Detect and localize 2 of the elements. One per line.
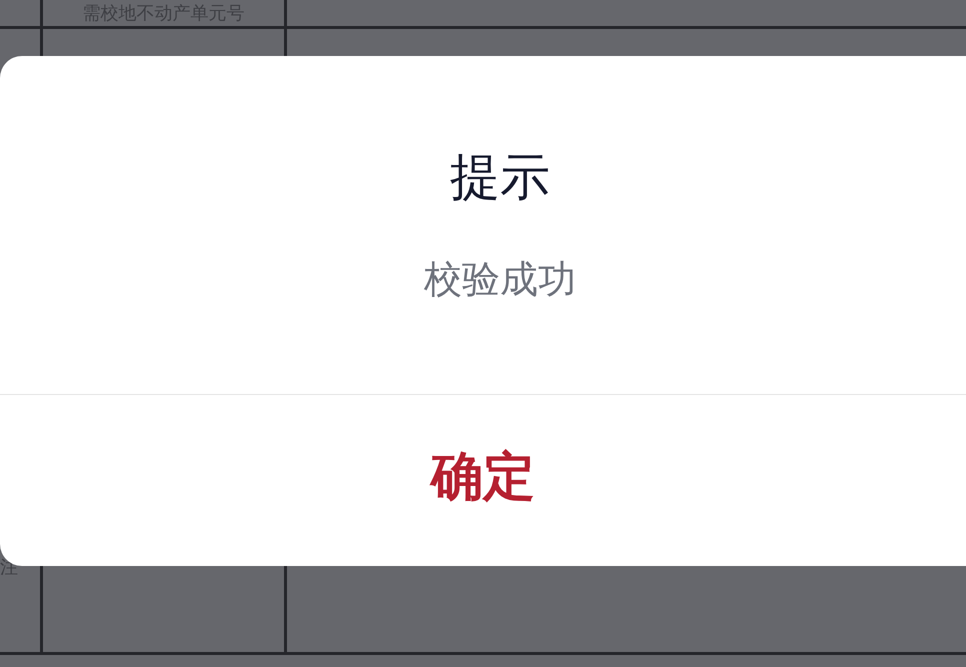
dialog-message: 校验成功 (423, 256, 577, 303)
dialog-title: 提示 (449, 147, 551, 208)
